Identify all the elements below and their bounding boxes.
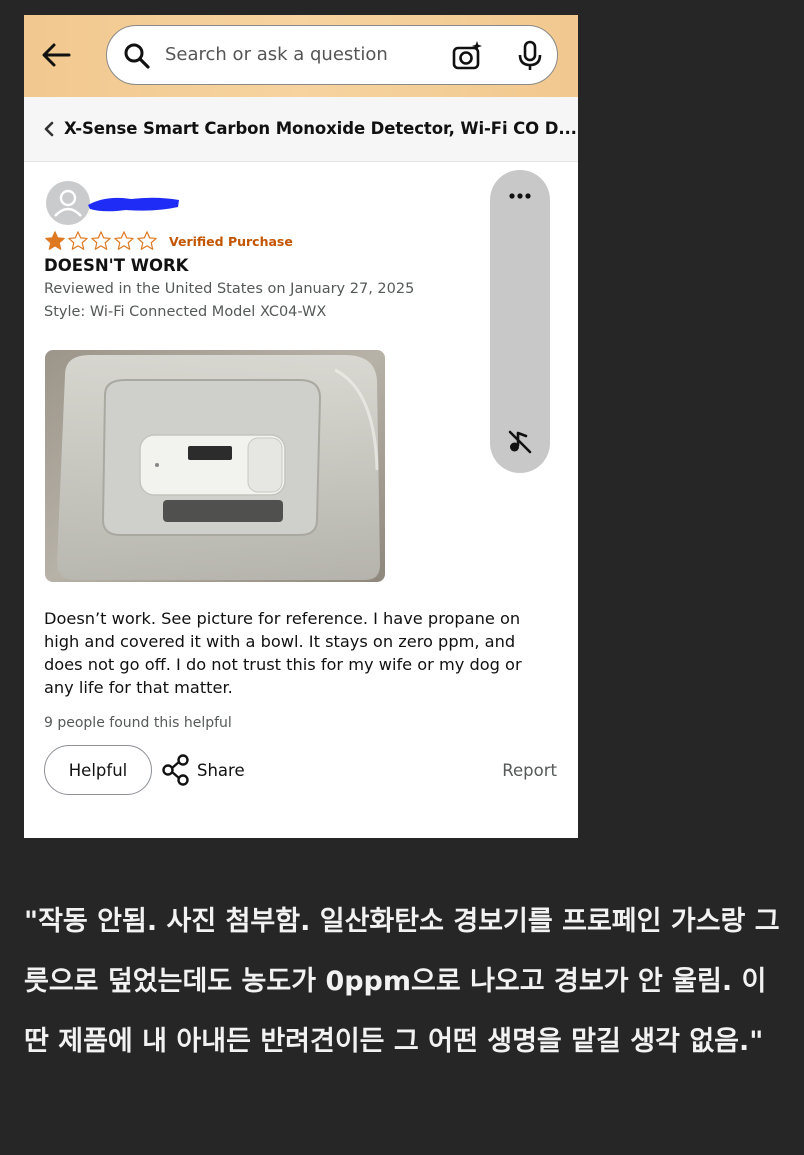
review-title: DOESN'T WORK (44, 256, 189, 275)
share-label: Share (197, 760, 245, 780)
user-avatar-icon (46, 181, 90, 225)
mute-icon[interactable] (506, 428, 534, 456)
star-empty-icon (137, 231, 157, 250)
product-title-link[interactable]: X-Sense Smart Carbon Monoxide Detector, … (64, 97, 577, 161)
share-icon (162, 754, 189, 786)
chevron-left-icon (44, 121, 54, 137)
helpful-button[interactable]: Helpful (44, 745, 152, 795)
search-icon (124, 43, 150, 69)
back-button[interactable] (38, 37, 74, 73)
camera-sparkle-icon[interactable] (451, 40, 483, 72)
review-photo[interactable] (45, 350, 385, 582)
report-link[interactable]: Report (502, 761, 557, 780)
verified-purchase-badge: Verified Purchase (169, 234, 293, 249)
korean-caption: "작동 안됨. 사진 첨부함. 일산화탄소 경보기를 프로페인 가스랑 그릇으로… (24, 906, 780, 1057)
app-screenshot: Search or ask a question X-Sense Smart C… (24, 15, 578, 838)
star-empty-icon (114, 231, 134, 250)
review-date: Reviewed in the United States on January… (44, 281, 415, 297)
review-style[interactable]: Style: Wi-Fi Connected Model XC04-WX (44, 304, 326, 320)
star-filled-icon (45, 231, 65, 250)
reviewer-name-redaction (88, 197, 179, 212)
helpful-count: 9 people found this helpful (44, 715, 232, 731)
floating-controls (490, 170, 550, 473)
star-rating (44, 230, 158, 252)
search-field[interactable]: Search or ask a question (106, 25, 558, 85)
share-button[interactable]: Share (161, 753, 245, 787)
microphone-icon[interactable] (515, 40, 545, 72)
star-empty-icon (91, 231, 111, 250)
search-header: Search or ask a question (24, 15, 578, 97)
arrow-left-icon (42, 43, 71, 67)
review-body: Doesn’t work. See picture for reference.… (44, 609, 522, 697)
star-empty-icon (68, 231, 88, 250)
search-input[interactable]: Search or ask a question (165, 26, 388, 84)
breadcrumb[interactable]: X-Sense Smart Carbon Monoxide Detector, … (24, 97, 578, 162)
more-dots-icon[interactable] (505, 184, 535, 208)
